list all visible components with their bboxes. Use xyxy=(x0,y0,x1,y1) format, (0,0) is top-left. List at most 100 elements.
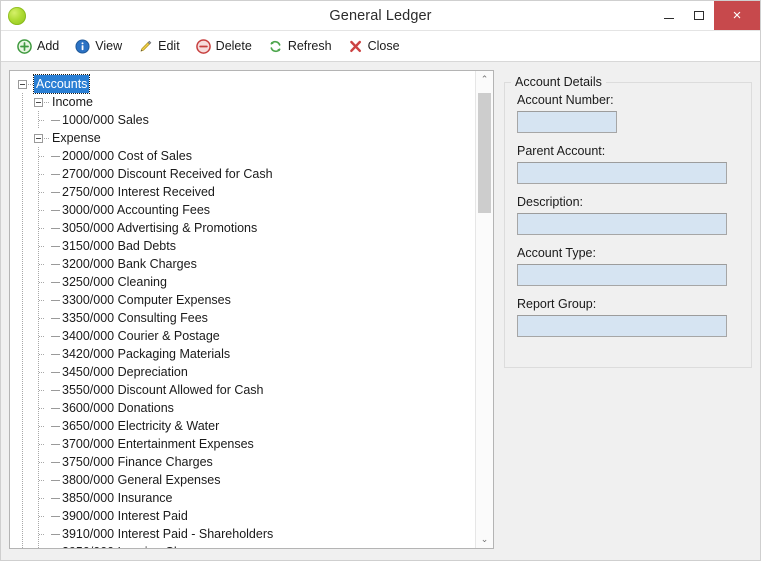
tree-row[interactable]: 3200/000 Bank Charges xyxy=(10,255,476,273)
window-controls: × xyxy=(654,1,760,30)
tree-row[interactable]: 1000/000 Sales xyxy=(10,111,476,129)
tree-indent xyxy=(10,525,50,543)
tree-row[interactable]: 3050/000 Advertising & Promotions xyxy=(10,219,476,237)
tree-row[interactable]: 3550/000 Discount Allowed for Cash xyxy=(10,381,476,399)
tree-row[interactable]: 3850/000 Insurance xyxy=(10,489,476,507)
tree-connector xyxy=(39,210,45,211)
toolbar-delete-button[interactable]: Delete xyxy=(194,37,266,56)
tree-row[interactable]: 3150/000 Bad Debts xyxy=(10,237,476,255)
tree-connector xyxy=(39,534,45,535)
tree-leaf-connector xyxy=(50,327,60,345)
tree-connector xyxy=(28,75,34,93)
tree-row[interactable]: 3750/000 Finance Charges xyxy=(10,453,476,471)
account-type-input[interactable] xyxy=(517,264,727,286)
tree-row[interactable]: 2000/000 Cost of Sales xyxy=(10,147,476,165)
tree-leaf-connector xyxy=(50,291,60,309)
field-label: Description: xyxy=(517,195,583,209)
toolbar-close-button[interactable]: Close xyxy=(346,37,414,56)
tree-row[interactable]: Income xyxy=(10,93,476,111)
tree-item-label: 3800/000 General Expenses xyxy=(62,473,221,487)
tree-row[interactable]: 3000/000 Accounting Fees xyxy=(10,201,476,219)
tree-item-label: 3650/000 Electricity & Water xyxy=(62,419,220,433)
tree-row[interactable]: 2700/000 Discount Received for Cash xyxy=(10,165,476,183)
tree-leaf-connector xyxy=(50,255,60,273)
tree-row[interactable]: 3350/000 Consulting Fees xyxy=(10,309,476,327)
tree-row[interactable]: 3250/000 Cleaning xyxy=(10,273,476,291)
toolbar-add-button[interactable]: Add xyxy=(15,37,73,56)
tree-indent xyxy=(10,543,50,548)
tree-expander-collapse-icon[interactable] xyxy=(34,97,43,107)
description-input[interactable] xyxy=(517,213,727,235)
tree-row[interactable]: 3400/000 Courier & Postage xyxy=(10,327,476,345)
tree-connector xyxy=(44,93,50,111)
tree-indent xyxy=(10,453,50,471)
tree-row[interactable]: 3420/000 Packaging Materials xyxy=(10,345,476,363)
tree-leaf-connector xyxy=(50,183,60,201)
close-window-button[interactable]: × xyxy=(714,1,760,30)
window-title: General Ledger xyxy=(329,7,432,24)
tree-row[interactable]: 3900/000 Interest Paid xyxy=(10,507,476,525)
toolbar-view-button[interactable]: View xyxy=(73,37,136,56)
tree-guide-line xyxy=(22,489,23,507)
pencil-icon xyxy=(140,40,152,52)
tree-indent xyxy=(10,435,50,453)
info-circle-icon xyxy=(75,38,90,54)
tree-leaf-connector xyxy=(50,363,60,381)
parent-account-input[interactable] xyxy=(517,162,727,184)
tree-row[interactable]: 3700/000 Entertainment Expenses xyxy=(10,435,476,453)
minimize-button[interactable] xyxy=(654,1,684,30)
tree-expander-collapse-icon[interactable] xyxy=(18,79,27,89)
toolbar-refresh-label: Refresh xyxy=(287,39,332,53)
tree-row[interactable]: 3600/000 Donations xyxy=(10,399,476,417)
tree-connector xyxy=(39,228,45,229)
field-label: Parent Account: xyxy=(517,144,606,158)
tree-row[interactable]: 2750/000 Interest Received xyxy=(10,183,476,201)
tree-item-label: 3950/000 Leasing Charges xyxy=(60,543,214,548)
tree-guide-line xyxy=(22,219,23,237)
tree-guide-line xyxy=(22,273,23,291)
tree-row[interactable]: 3450/000 Depreciation xyxy=(10,363,476,381)
report-group-input[interactable] xyxy=(517,315,727,337)
refresh-arrows-icon xyxy=(270,40,281,52)
scroll-up-arrow-icon[interactable]: ⌃ xyxy=(476,71,493,88)
tree-indent xyxy=(10,327,50,345)
tree-scroll-area: Accounts Income 1000/000 Sales Expense 2000/… xyxy=(10,71,476,548)
content-area: Accounts Income 1000/000 Sales Expense 2000/… xyxy=(1,62,760,560)
tree-leaf-connector xyxy=(50,201,60,219)
toolbar-refresh-button[interactable]: Refresh xyxy=(266,37,346,56)
tree-row[interactable]: Expense xyxy=(10,129,476,147)
tree-leaf-connector xyxy=(50,453,60,471)
account-number-input[interactable] xyxy=(517,111,617,133)
tree-item-label: 2750/000 Interest Received xyxy=(62,185,215,199)
tree-leaf-connector xyxy=(50,381,60,399)
maximize-button[interactable] xyxy=(684,1,714,30)
tree-row-root[interactable]: Accounts xyxy=(10,74,476,94)
tree-indent xyxy=(10,345,50,363)
tree-connector xyxy=(39,156,45,157)
tree-connector xyxy=(39,282,45,283)
tree-item-label: 3450/000 Depreciation xyxy=(62,365,188,379)
app-icon xyxy=(8,6,26,25)
tree-row[interactable]: 3800/000 General Expenses xyxy=(10,471,476,489)
tree-expander-collapse-icon[interactable] xyxy=(34,133,43,143)
tree-connector xyxy=(44,129,50,147)
account-details-panel: Account Details Account Number: Parent Ac… xyxy=(504,70,752,556)
scrollbar-thumb[interactable] xyxy=(478,93,491,213)
tree-connector xyxy=(39,372,45,373)
field-block: Account Number: xyxy=(517,93,739,133)
title-bar: General Ledger × xyxy=(1,1,760,31)
toolbar: Add View Edit Delete Refresh Close xyxy=(1,31,760,62)
tree-row[interactable]: 3950/000 Leasing Charges xyxy=(10,543,476,548)
toolbar-edit-button[interactable]: Edit xyxy=(136,37,194,56)
tree-indent xyxy=(10,399,50,417)
tree-indent xyxy=(10,201,50,219)
tree-guide-line xyxy=(22,417,23,435)
tree-row[interactable]: 3300/000 Computer Expenses xyxy=(10,291,476,309)
tree-item-label: Expense xyxy=(52,131,101,145)
scroll-down-arrow-icon[interactable]: ⌄ xyxy=(476,531,493,548)
tree-item-label: Accounts xyxy=(32,74,91,94)
tree-row[interactable]: 3650/000 Electricity & Water xyxy=(10,417,476,435)
tree-item-label: Income xyxy=(52,95,93,109)
tree-vertical-scrollbar[interactable]: ⌃ ⌄ xyxy=(475,71,493,548)
tree-row[interactable]: 3910/000 Interest Paid - Shareholders xyxy=(10,525,476,543)
